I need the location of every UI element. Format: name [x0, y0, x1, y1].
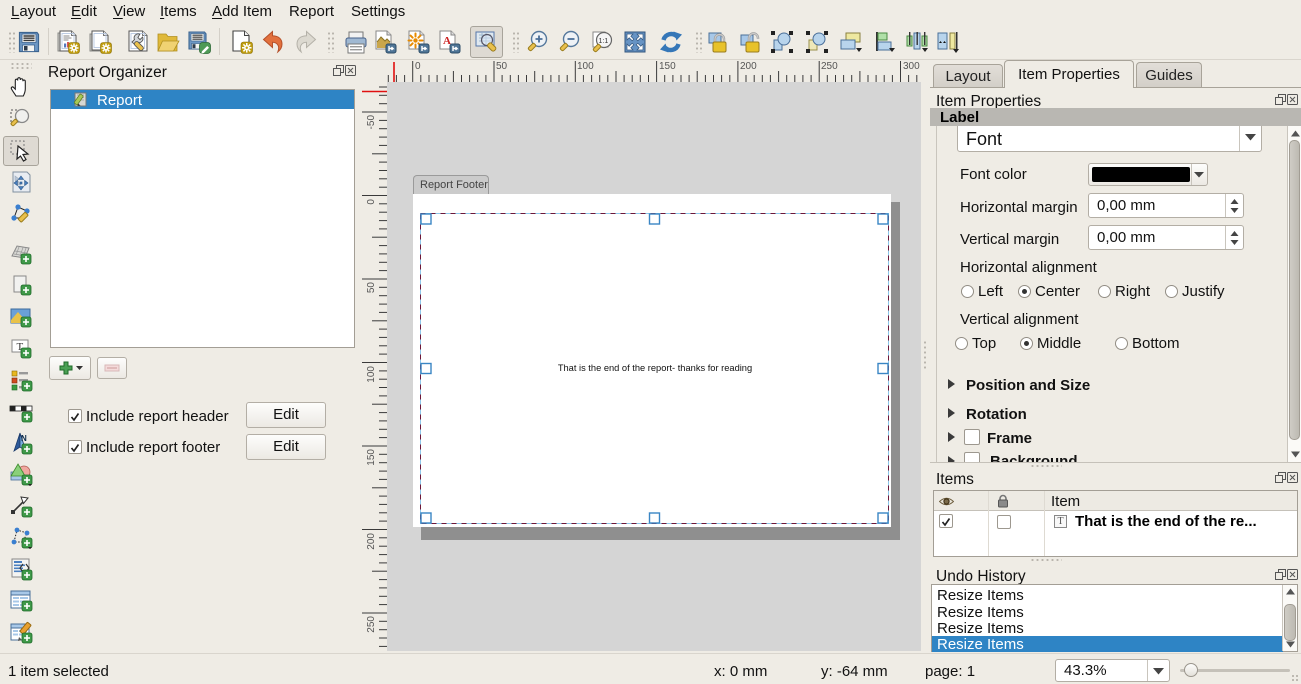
svg-text:0: 0 [415, 61, 421, 72]
svg-text:150: 150 [659, 61, 676, 72]
svg-text:150: 150 [366, 449, 377, 466]
svg-text:N: N [21, 434, 27, 443]
svg-text:0: 0 [366, 199, 377, 205]
svg-text:-50: -50 [366, 115, 377, 130]
svg-text:50: 50 [496, 61, 508, 72]
svg-text:300: 300 [903, 61, 920, 72]
svg-text:250: 250 [366, 616, 377, 633]
svg-text:200: 200 [740, 61, 757, 72]
svg-text:1:1: 1:1 [599, 38, 609, 45]
svg-text:200: 200 [366, 533, 377, 550]
svg-text:250: 250 [821, 61, 838, 72]
svg-text:50: 50 [366, 282, 377, 294]
svg-text:100: 100 [366, 366, 377, 383]
svg-text:100: 100 [577, 61, 594, 72]
